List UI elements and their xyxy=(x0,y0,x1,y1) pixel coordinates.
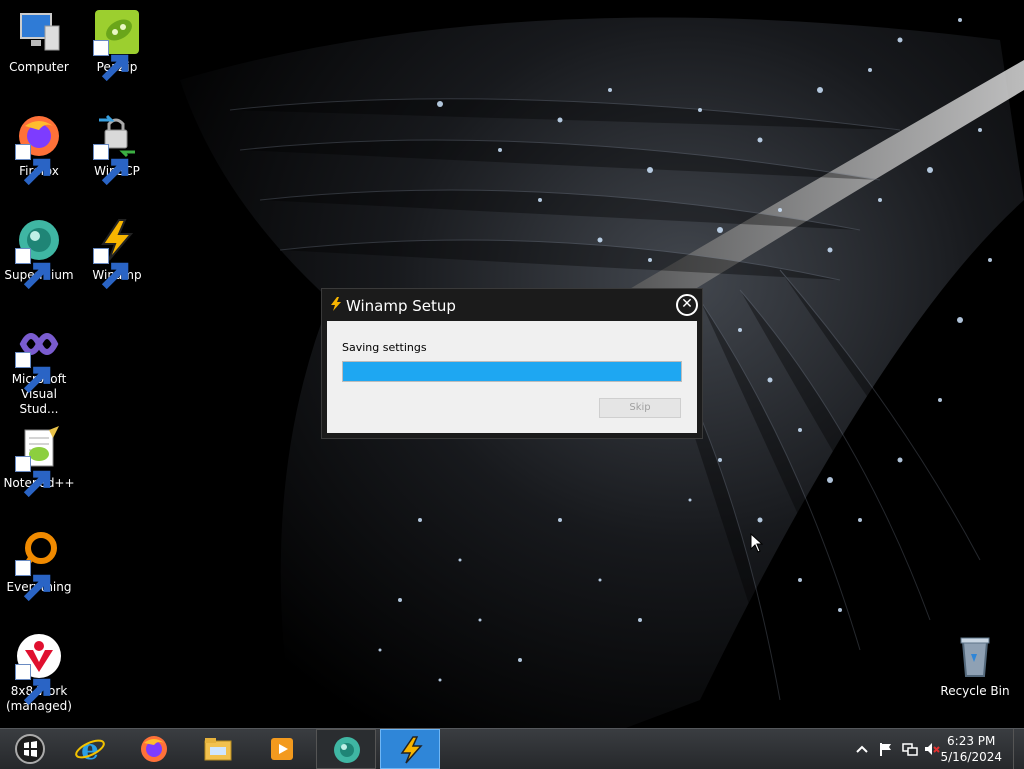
desktop-icon-firefox[interactable]: Firefox xyxy=(0,112,78,186)
skip-button[interactable]: Skip xyxy=(599,398,681,418)
winscp-icon xyxy=(93,112,141,186)
mouse-cursor xyxy=(750,532,764,553)
winamp-icon xyxy=(93,216,141,290)
taskbar-media-player[interactable] xyxy=(252,729,312,769)
folder-icon xyxy=(204,738,232,761)
winamp-icon xyxy=(328,296,344,312)
action-center-flag-icon[interactable] xyxy=(878,741,894,757)
taskbar-winamp[interactable] xyxy=(380,729,440,769)
shortcut-arrow-icon xyxy=(15,560,51,602)
desktop-icon-8x8-work[interactable]: 8x8 Work (managed) xyxy=(0,632,78,714)
notepadpp-icon xyxy=(15,424,63,498)
8x8-work-icon xyxy=(15,632,63,706)
computer-icon xyxy=(15,8,63,56)
shortcut-arrow-icon xyxy=(93,144,129,186)
supermium-icon xyxy=(334,737,360,763)
volume-muted-icon[interactable] xyxy=(924,741,940,757)
dialog-title: Winamp Setup xyxy=(346,297,456,315)
shortcut-arrow-icon xyxy=(15,664,51,706)
recycle-bin-icon xyxy=(951,632,999,680)
desktop-icon-label: Recycle Bin xyxy=(940,684,1010,698)
shortcut-arrow-icon xyxy=(15,144,51,186)
start-button[interactable] xyxy=(0,729,58,769)
desktop-icon-visual-studio[interactable]: Microsoft Visual Stud... xyxy=(0,320,78,417)
media-player-icon xyxy=(271,738,293,760)
progress-fill xyxy=(343,362,681,381)
internet-explorer-icon: e xyxy=(75,733,105,765)
desktop-icon-winamp[interactable]: Winamp xyxy=(78,216,156,290)
network-icon[interactable] xyxy=(902,741,918,757)
desktop-icon-supermium[interactable]: Supermium xyxy=(0,216,78,290)
firefox-icon xyxy=(141,736,167,762)
progress-bar xyxy=(342,361,682,382)
shortcut-arrow-icon xyxy=(15,352,51,394)
desktop-icon-computer[interactable]: Computer xyxy=(0,8,78,75)
system-tray: 6:23 PM 5/16/2024 xyxy=(844,729,1024,769)
desktop-icon-everything[interactable]: Everything xyxy=(0,528,78,602)
peazip-icon xyxy=(93,8,141,82)
shortcut-arrow-icon xyxy=(93,40,129,82)
desktop-icon-winscp[interactable]: WinSCP xyxy=(78,112,156,186)
taskbar-supermium[interactable] xyxy=(316,729,376,769)
dialog-body: Saving settings Skip xyxy=(327,321,697,433)
show-hidden-icons-chevron-icon[interactable] xyxy=(854,741,870,757)
close-button[interactable]: ✕ xyxy=(676,294,698,316)
windows-logo-icon xyxy=(15,734,45,764)
desktop-icon-notepadpp[interactable]: Notepad++ xyxy=(0,424,78,498)
desktop-icon-label: Computer xyxy=(9,60,69,74)
firefox-icon xyxy=(15,112,63,186)
winamp-setup-dialog: Winamp Setup ✕ Saving settings Skip xyxy=(322,289,702,438)
winamp-icon xyxy=(400,736,423,764)
system-clock[interactable]: 6:23 PM 5/16/2024 xyxy=(940,733,1002,765)
shortcut-arrow-icon xyxy=(93,248,129,290)
desktop-icon-peazip[interactable]: PeaZip xyxy=(78,8,156,82)
visual-studio-icon xyxy=(15,320,63,394)
show-desktop-button[interactable] xyxy=(1013,729,1024,769)
taskbar-internet-explorer[interactable]: e xyxy=(60,729,120,769)
shortcut-arrow-icon xyxy=(15,456,51,498)
taskbar: e 6:23 PM 5/16/2024 xyxy=(0,728,1024,769)
everything-search-icon xyxy=(15,528,63,602)
svg-text:e: e xyxy=(81,733,99,765)
status-text: Saving settings xyxy=(342,341,427,354)
supermium-icon xyxy=(15,216,63,290)
clock-date: 5/16/2024 xyxy=(940,750,1002,764)
shortcut-arrow-icon xyxy=(15,248,51,290)
taskbar-file-explorer[interactable] xyxy=(188,729,248,769)
clock-time: 6:23 PM xyxy=(947,734,996,748)
taskbar-firefox[interactable] xyxy=(124,729,184,769)
dialog-titlebar[interactable]: Winamp Setup ✕ xyxy=(322,289,702,321)
desktop-icon-recycle-bin[interactable]: Recycle Bin xyxy=(936,632,1014,699)
